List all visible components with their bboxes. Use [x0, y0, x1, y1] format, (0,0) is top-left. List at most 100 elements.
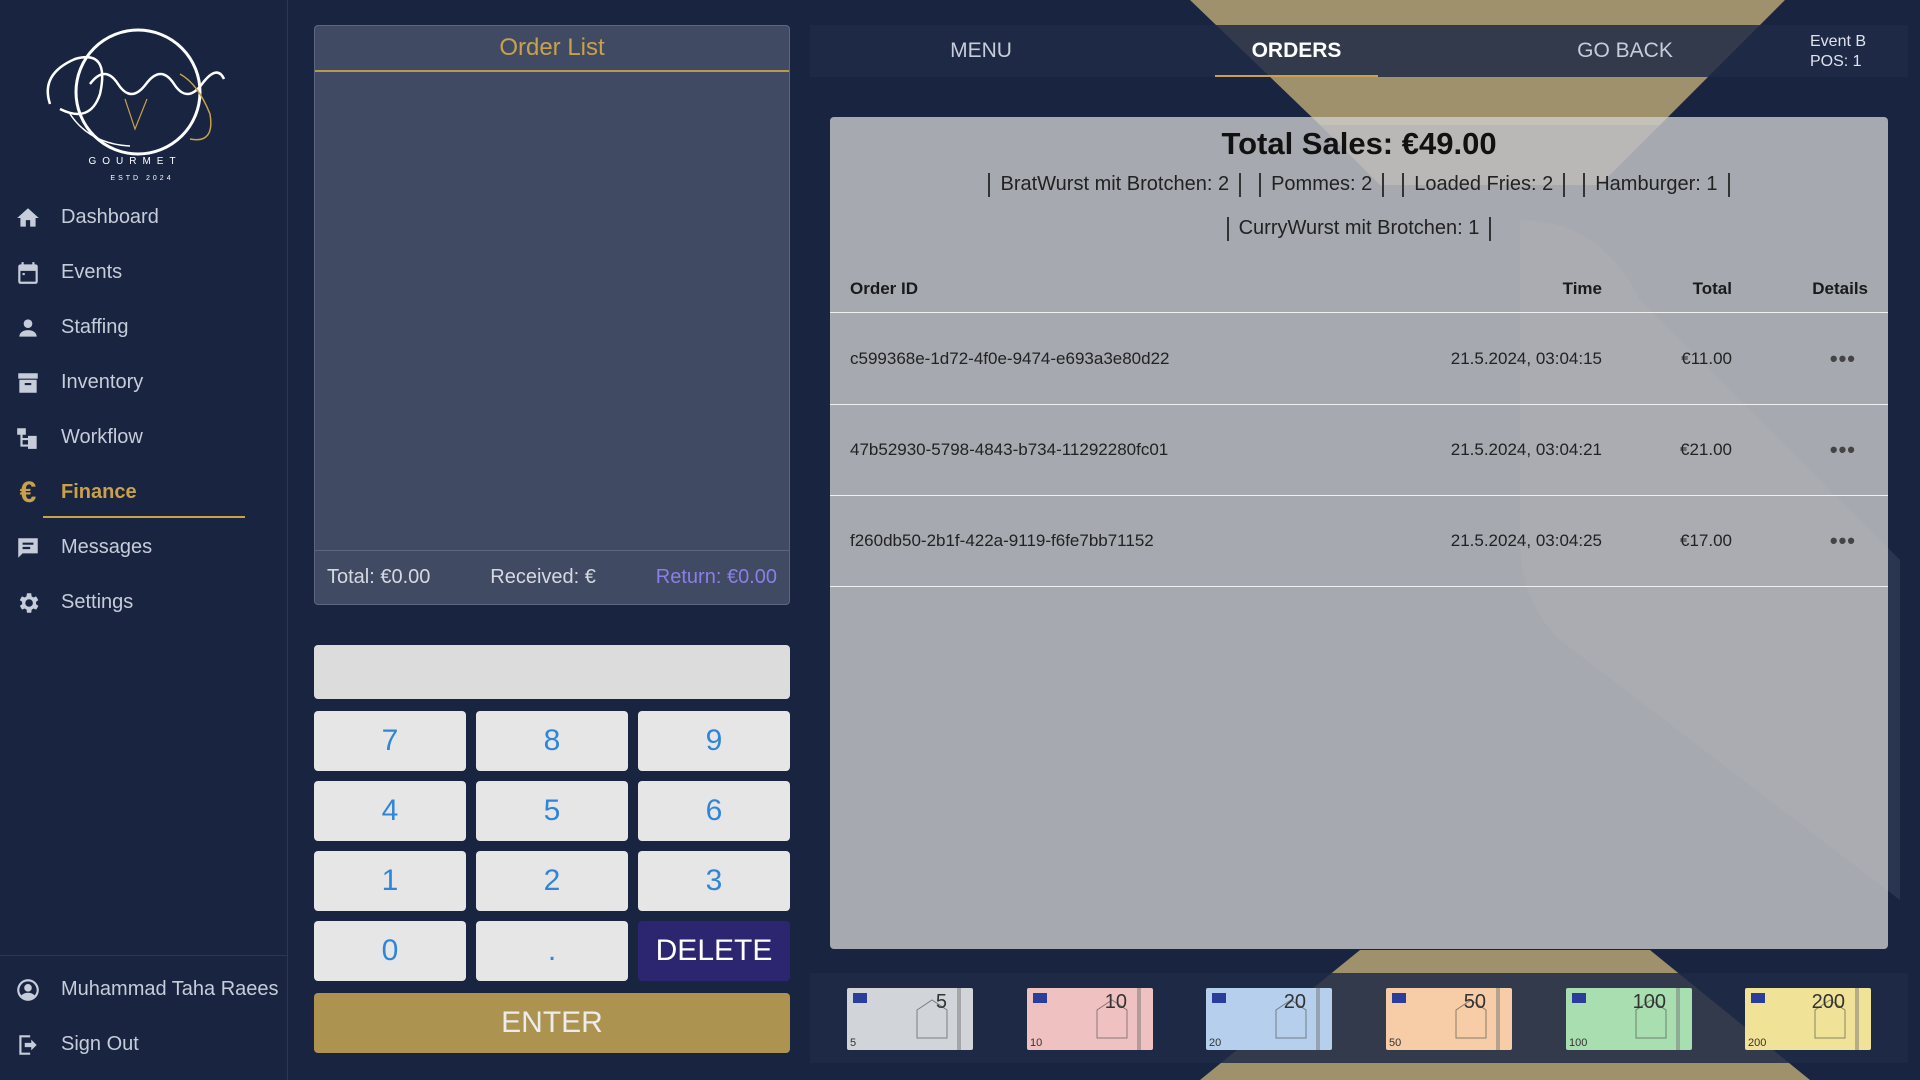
geschafts-gourmet-logo: GOURMET ESTD 2024 — [46, 28, 226, 182]
more-icon[interactable]: ••• — [1830, 496, 1856, 586]
order-list-footer: Total: €0.00 Received: € Return: €0.00 — [315, 550, 789, 604]
total-sales: Total Sales: €49.00 — [1221, 126, 1497, 161]
sidebar-item-staffing[interactable]: Staffing — [0, 300, 288, 355]
order-time: 21.5.2024, 03:04:21 — [1450, 440, 1602, 459]
banknote-value: 5 — [936, 991, 947, 1013]
order-id: f260db50-2b1f-422a-9119-f6fe7bb71152 — [850, 531, 1154, 550]
summary-item: Hamburger: 1 — [1583, 173, 1730, 197]
sidebar-item-workflow[interactable]: Workflow — [0, 410, 288, 465]
sales-summary-line: CurryWurst mit Brotchen: 1 — [830, 217, 1888, 241]
summary-item: CurryWurst mit Brotchen: 1 — [1226, 217, 1492, 241]
order-list-panel: Order List Total: €0.00 Received: € Retu… — [314, 25, 790, 605]
summary-item: BratWurst mit Brotchen: 2 — [988, 173, 1242, 197]
sidebar-item-inventory[interactable]: Inventory — [0, 355, 288, 410]
key-0[interactable]: 0 — [314, 921, 466, 981]
more-icon[interactable]: ••• — [1830, 314, 1856, 404]
banknotes-bar — [810, 973, 1908, 1063]
sidebar-item-label: Finance — [61, 481, 137, 503]
tab-menu[interactable]: MENU — [902, 25, 1060, 77]
amount-input[interactable] — [314, 645, 790, 699]
banknote-200-button[interactable]: 200 200 — [1745, 988, 1871, 1050]
delete-button[interactable]: DELETE — [638, 921, 790, 981]
banknote-5-icon: 55 — [847, 988, 973, 1050]
table-row[interactable]: c599368e-1d72-4f0e-9474-e693a3e80d22 21.… — [830, 314, 1888, 405]
key-9[interactable]: 9 — [638, 711, 790, 771]
key-8[interactable]: 8 — [476, 711, 628, 771]
more-icon[interactable]: ••• — [1830, 405, 1856, 495]
orders-panel: Total Sales: €49.00 BratWurst mit Brotch… — [830, 117, 1888, 949]
order-list-title: Order List — [315, 26, 789, 72]
pos-number: POS: 1 — [1810, 53, 1862, 70]
banknote-10-icon: 10 10 — [1027, 988, 1153, 1050]
euro-icon: € — [19, 475, 37, 509]
svg-text:GOURMET: GOURMET — [88, 156, 181, 167]
svg-text:ESTD 2024: ESTD 2024 — [110, 175, 173, 182]
key-3[interactable]: 3 — [638, 851, 790, 911]
tab-orders[interactable]: ORDERS — [1215, 25, 1378, 77]
table-row[interactable]: 47b52930-5798-4843-b734-11292280fc01 21.… — [830, 405, 1888, 496]
banknote-value-small: 5 — [850, 1037, 856, 1049]
user-profile[interactable]: Muhammad Taha Raees — [0, 962, 288, 1017]
banknote-50-button[interactable]: 50 50 — [1386, 988, 1512, 1050]
banknote-value: 100 — [1633, 991, 1666, 1013]
sidebar-item-events[interactable]: Events — [0, 245, 288, 300]
banknote-value-small: 10 — [1030, 1037, 1042, 1049]
event-name: Event B — [1810, 33, 1867, 50]
banknote-100-button[interactable]: 100 100 — [1566, 988, 1692, 1050]
sidebar-item-label: Staffing — [61, 316, 129, 338]
sidebar-item-finance[interactable]: € Finance — [0, 465, 288, 520]
banknote-value: 20 — [1284, 991, 1306, 1013]
sidebar-nav: Dashboard Events Staffing Inventory Work… — [0, 190, 288, 630]
enter-button[interactable]: ENTER — [314, 993, 790, 1053]
banknote-10-button[interactable]: 10 10 — [1027, 988, 1153, 1050]
banknote-value: 10 — [1105, 991, 1127, 1013]
order-total: €21.00 — [1680, 440, 1732, 459]
key-5[interactable]: 5 — [476, 781, 628, 841]
sidebar-item-label: Inventory — [61, 371, 144, 393]
user-name: Muhammad Taha Raees — [61, 978, 279, 1000]
banknote-value-small: 50 — [1389, 1037, 1401, 1049]
order-total: €17.00 — [1680, 531, 1732, 550]
key-2[interactable]: 2 — [476, 851, 628, 911]
banknote-value: 200 — [1812, 991, 1845, 1013]
sidebar-item-dashboard[interactable]: Dashboard — [0, 190, 288, 245]
banknote-20-button[interactable]: 20 20 — [1206, 988, 1332, 1050]
event-info: Event B POS: 1 — [1810, 32, 1866, 72]
banknote-50-icon: 50 50 — [1386, 988, 1512, 1050]
key-decimal[interactable]: . — [476, 921, 628, 981]
tab-go-back[interactable]: GO BACK — [1560, 25, 1690, 77]
table-row[interactable]: f260db50-2b1f-422a-9119-f6fe7bb71152 21.… — [830, 496, 1888, 587]
order-received: Received: € — [490, 566, 596, 588]
banknote-value-small: 200 — [1748, 1037, 1766, 1049]
sidebar-item-messages[interactable]: Messages — [0, 520, 288, 575]
banknote-value-small: 20 — [1209, 1037, 1221, 1049]
col-total: Total — [1692, 278, 1732, 298]
banknote-20-icon: 2020 — [1206, 988, 1332, 1050]
summary-item: Loaded Fries: 2 — [1402, 173, 1566, 197]
banknote-200-icon: 200 200 — [1745, 988, 1871, 1050]
banknote-value: 50 — [1464, 991, 1486, 1013]
banknote-5-button[interactable]: 55 — [847, 988, 973, 1050]
key-1[interactable]: 1 — [314, 851, 466, 911]
order-time: 21.5.2024, 03:04:25 — [1450, 531, 1602, 550]
col-details: Details — [1812, 278, 1868, 298]
orders-table-header: Order ID Time Total Details — [830, 265, 1888, 313]
sidebar-item-label: Settings — [61, 591, 134, 613]
summary-item: Pommes: 2 — [1259, 173, 1385, 197]
sidebar-item-label: Dashboard — [61, 206, 159, 228]
banknote-value-small: 100 — [1569, 1037, 1587, 1049]
sidebar-item-settings[interactable]: Settings — [0, 575, 288, 630]
order-total: Total: €0.00 — [327, 566, 431, 588]
key-6[interactable]: 6 — [638, 781, 790, 841]
order-id: c599368e-1d72-4f0e-9474-e693a3e80d22 — [850, 349, 1170, 368]
order-time: 21.5.2024, 03:04:15 — [1450, 349, 1602, 368]
sign-out-label: Sign Out — [61, 1033, 139, 1055]
order-id: 47b52930-5798-4843-b734-11292280fc01 — [850, 440, 1169, 459]
key-7[interactable]: 7 — [314, 711, 466, 771]
col-order-id: Order ID — [850, 278, 919, 298]
key-4[interactable]: 4 — [314, 781, 466, 841]
archive-icon — [14, 369, 42, 397]
user-circle-icon — [14, 976, 42, 1004]
sign-out-button[interactable]: Sign Out — [0, 1017, 288, 1072]
sidebar: GOURMET ESTD 2024 Dashboard Events Staff… — [0, 0, 288, 1080]
